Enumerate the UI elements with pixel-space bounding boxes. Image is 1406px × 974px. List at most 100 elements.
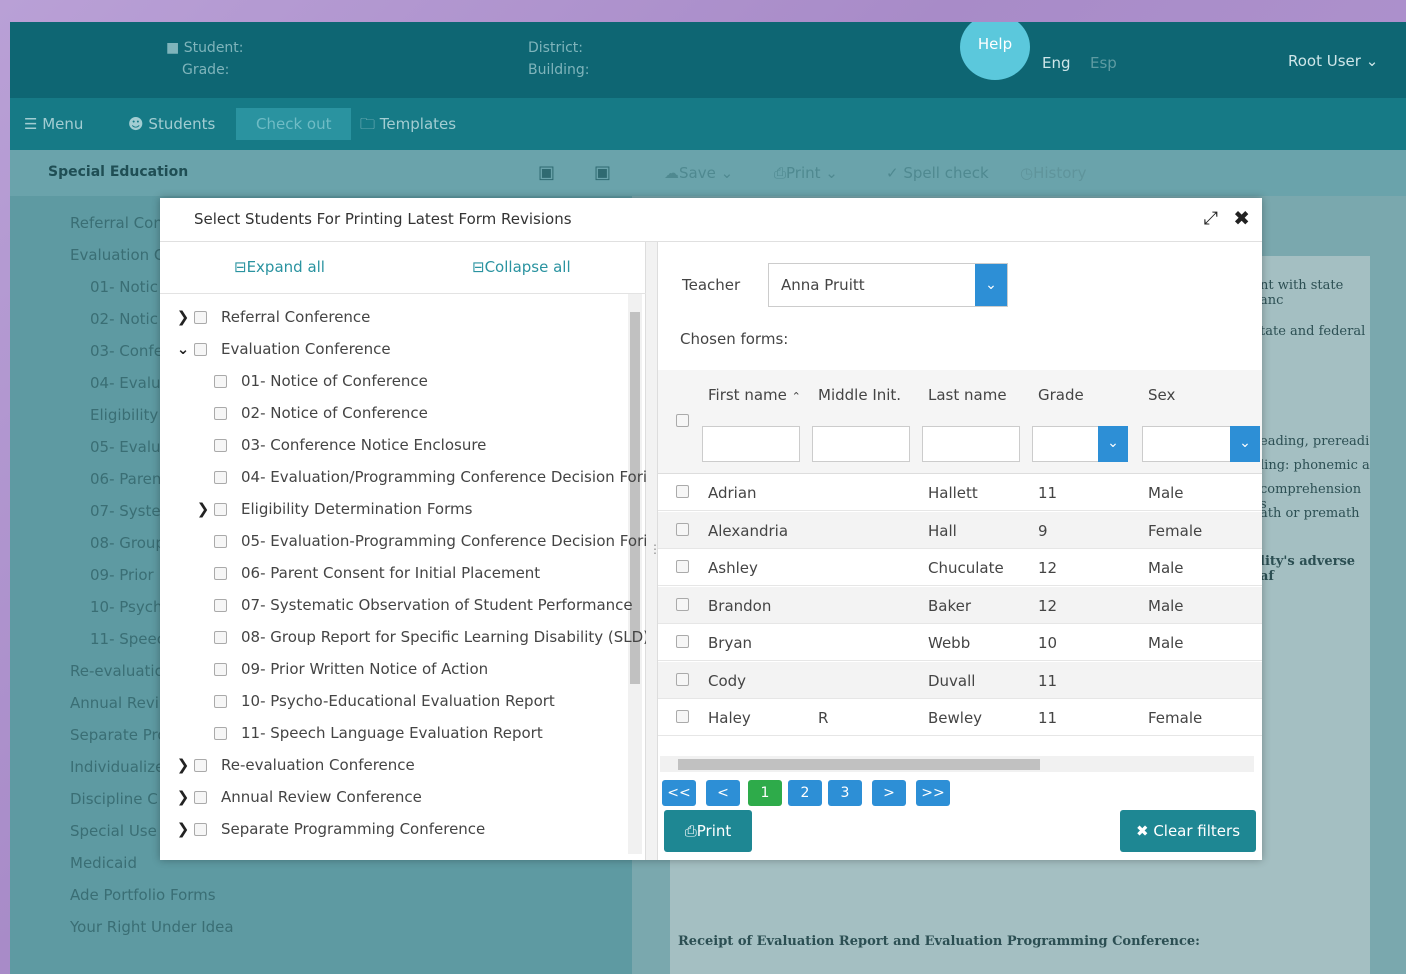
bg-tree-item[interactable]: Separate Pro <box>70 726 167 744</box>
lang-esp[interactable]: Esp <box>1090 54 1117 72</box>
tree-node-checkbox[interactable] <box>214 503 227 516</box>
bg-tree-item[interactable]: Ade Portfolio Forms <box>70 886 216 904</box>
page-button[interactable]: > <box>872 780 906 806</box>
tree-node[interactable]: 06- Parent Consent for Initial Placement <box>196 560 540 586</box>
chevron-down-icon[interactable]: ⌄ <box>1230 426 1260 462</box>
page-button[interactable]: 3 <box>828 780 862 806</box>
tree-node[interactable]: ❯ Referral Conference <box>176 304 371 330</box>
filter-last-name[interactable] <box>922 426 1020 462</box>
clear-filters-button[interactable]: ✖ Clear filters <box>1120 810 1256 852</box>
bg-tree-item[interactable]: 02- Notic <box>90 310 158 328</box>
tree-node-checkbox[interactable] <box>214 407 227 420</box>
archive-up-icon[interactable]: ▣ <box>594 162 611 183</box>
tree-node[interactable]: 03- Conference Notice Enclosure <box>196 432 486 458</box>
page-button[interactable]: >> <box>916 780 950 806</box>
row-checkbox[interactable] <box>676 522 689 536</box>
tree-node-checkbox[interactable] <box>214 727 227 740</box>
col-middle-init[interactable]: Middle Init. <box>818 386 901 404</box>
tree-node-checkbox[interactable] <box>214 375 227 388</box>
tree-node[interactable]: 02- Notice of Conference <box>196 400 428 426</box>
tree-node[interactable]: 01- Notice of Conference <box>196 368 428 394</box>
tree-node[interactable]: ❯ Separate Programming Conference <box>176 816 486 842</box>
chevron-right-icon[interactable]: ❯ <box>176 304 190 330</box>
expand-all-button[interactable]: ⊟Expand all <box>234 258 325 276</box>
tree-vertical-scrollbar[interactable] <box>628 294 642 854</box>
page-button[interactable]: 1 <box>748 780 782 806</box>
bg-tree-item[interactable]: 07- Syster <box>90 502 167 520</box>
bg-tree-item[interactable]: 04- Evalu <box>90 374 161 392</box>
row-checkbox[interactable] <box>676 635 689 648</box>
help-button[interactable]: Help <box>960 22 1030 80</box>
tree-node-checkbox[interactable] <box>194 759 207 772</box>
tree-node[interactable]: ❯ Eligibility Determination Forms <box>196 496 473 522</box>
user-menu[interactable]: Root User ⌄ <box>1288 52 1378 70</box>
col-grade[interactable]: Grade <box>1038 386 1084 404</box>
collapse-all-button[interactable]: ⊟Collapse all <box>472 258 571 276</box>
students-button[interactable]: ☻ Students <box>128 108 215 140</box>
bg-tree-item[interactable]: 11- Speec <box>90 630 165 648</box>
table-row[interactable]: Alexandria Hall 9 Female <box>658 511 1262 549</box>
teacher-select[interactable]: Anna Pruitt ⌄ <box>768 263 1008 307</box>
tree-node[interactable]: ❯ Annual Review Conference <box>176 784 422 810</box>
col-sex[interactable]: Sex <box>1148 386 1175 404</box>
page-button[interactable]: 2 <box>788 780 822 806</box>
tree-node[interactable]: 07- Systematic Observation of Student Pe… <box>196 592 633 618</box>
table-row[interactable]: Bryan Webb 10 Male <box>658 624 1262 661</box>
bg-tree-item[interactable]: 03- Confe <box>90 342 163 360</box>
tree-node-checkbox[interactable] <box>194 791 207 804</box>
history-button[interactable]: ◷History <box>1020 164 1086 182</box>
archive-icon[interactable]: ▣ <box>538 162 555 183</box>
bg-tree-item[interactable]: Special Use I <box>70 822 166 840</box>
table-row[interactable]: Brandon Baker 12 Male <box>658 586 1262 624</box>
tree-node-checkbox[interactable] <box>214 535 227 548</box>
page-button[interactable]: << <box>662 780 696 806</box>
tree-node[interactable]: 04- Evaluation/Programming Conference De… <box>196 464 646 490</box>
bg-tree-item[interactable]: 10- Psych <box>90 598 163 616</box>
bg-tree-item[interactable]: Your Right Under Idea <box>70 918 234 936</box>
bg-tree-item[interactable]: 06- Paren <box>90 470 161 488</box>
maximize-icon[interactable]: ⤢ <box>1204 208 1218 229</box>
tree-node[interactable]: 08- Group Report for Specific Learning D… <box>196 624 646 650</box>
pane-splitter[interactable]: ⋮ <box>646 242 661 860</box>
tree-node-checkbox[interactable] <box>214 439 227 452</box>
bg-tree-item[interactable]: Annual Revi <box>70 694 159 712</box>
bg-tree-item[interactable]: Individualize <box>70 758 164 776</box>
bg-tree-item[interactable]: 08- Group <box>90 534 165 552</box>
table-row[interactable]: Haley R Bewley 11 Female <box>658 699 1262 736</box>
bg-tree-item[interactable]: 01- Notic <box>90 278 158 296</box>
filter-middle-init[interactable] <box>812 426 910 462</box>
spell-check-button[interactable]: ✓ Spell check <box>886 164 989 182</box>
tree-node[interactable]: 10- Psycho-Educational Evaluation Report <box>196 688 555 714</box>
grid-horizontal-scrollbar[interactable] <box>660 756 1254 772</box>
tree-node[interactable]: 05- Evaluation-Programming Conference De… <box>196 528 646 554</box>
tree-node-checkbox[interactable] <box>194 343 207 356</box>
table-row[interactable]: Cody Duvall 11 <box>658 661 1262 699</box>
row-checkbox[interactable] <box>676 710 689 723</box>
tree-node-checkbox[interactable] <box>214 695 227 708</box>
select-all-checkbox[interactable] <box>676 414 689 427</box>
bg-tree-item[interactable]: Medicaid <box>70 854 137 872</box>
row-checkbox[interactable] <box>676 672 689 686</box>
chevron-right-icon[interactable]: ❯ <box>176 816 190 842</box>
tree-node-checkbox[interactable] <box>214 471 227 484</box>
tree-node-checkbox[interactable] <box>214 663 227 676</box>
menu-button[interactable]: ☰ Menu <box>24 108 83 140</box>
tree-node-checkbox[interactable] <box>214 599 227 612</box>
tree-node[interactable]: ❯ Re-evaluation Conference <box>176 752 415 778</box>
bg-tree-item[interactable]: 05- Evalu <box>90 438 161 456</box>
print-toolbar-button[interactable]: ⎙Print ⌄ <box>774 164 838 182</box>
bg-tree-item[interactable]: Referral Con <box>70 214 163 232</box>
chevron-right-icon[interactable]: ❯ <box>176 784 190 810</box>
row-checkbox[interactable] <box>676 485 689 498</box>
chevron-right-icon[interactable]: ❯ <box>176 752 190 778</box>
row-checkbox[interactable] <box>676 597 689 611</box>
filter-first-name[interactable] <box>702 426 800 462</box>
chevron-right-icon[interactable]: ❯ <box>196 496 210 522</box>
print-button[interactable]: ⎙Print <box>664 810 752 852</box>
templates-button[interactable]: 🗀 Templates <box>360 108 456 140</box>
bg-tree-item[interactable]: Discipline C <box>70 790 158 808</box>
table-row[interactable]: Adrian Hallett 11 Male <box>658 474 1262 511</box>
bg-tree-item[interactable]: 09- Prior <box>90 566 154 584</box>
page-button[interactable]: < <box>706 780 740 806</box>
tree-node[interactable]: 09- Prior Written Notice of Action <box>196 656 488 682</box>
